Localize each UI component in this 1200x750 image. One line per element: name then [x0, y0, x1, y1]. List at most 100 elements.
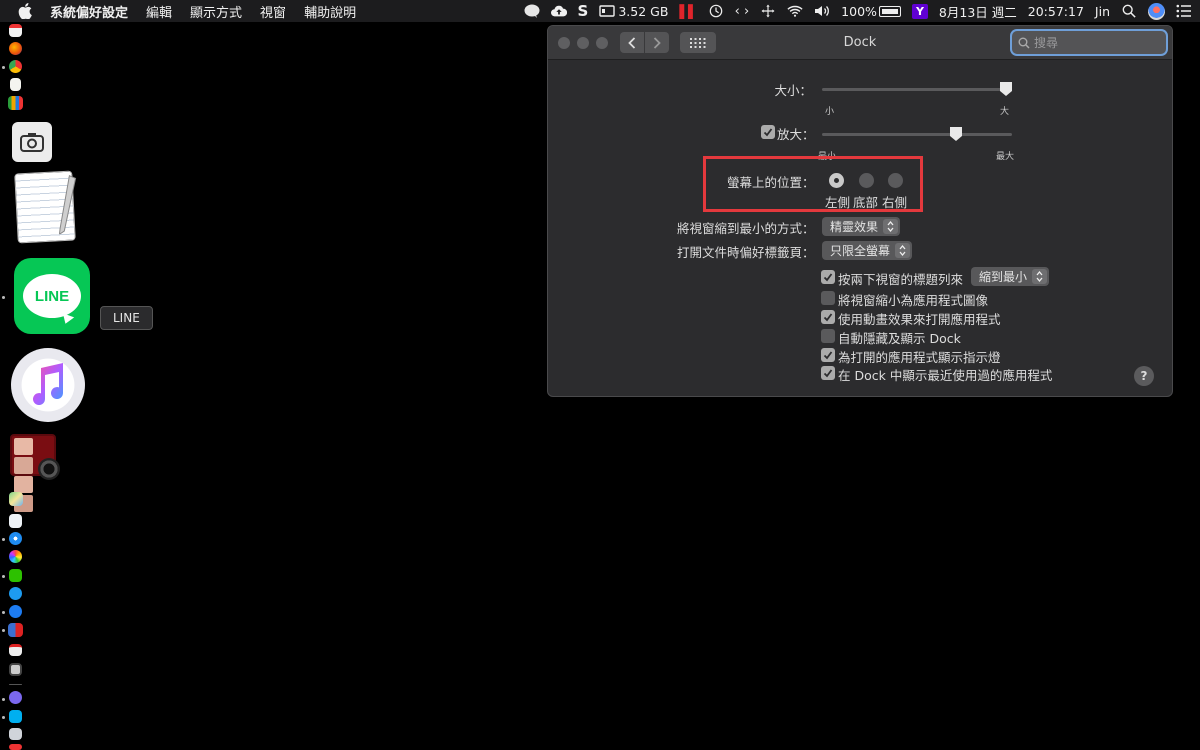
line-logo: LINE	[23, 274, 81, 318]
dock-safari-icon[interactable]	[9, 532, 22, 545]
magnification-label: 放大：	[777, 127, 815, 142]
grid-icon	[690, 37, 706, 48]
minimize-window-button[interactable]	[577, 37, 589, 49]
close-window-button[interactable]	[558, 37, 570, 49]
magnification-checkbox[interactable]	[761, 125, 775, 139]
cloud-upload-icon[interactable]	[550, 4, 567, 18]
animate-opening-label: 使用動畫效果來打開應用程式	[838, 312, 1001, 327]
battery-indicator[interactable]: 100%	[841, 4, 901, 19]
cpu-bars-icon[interactable]: ▌▌	[679, 4, 697, 19]
user-name[interactable]: Jin	[1095, 4, 1110, 19]
size-slider-thumb[interactable]	[999, 81, 1013, 97]
dock-itunes-icon[interactable]	[11, 348, 85, 422]
show-indicators-checkbox[interactable]	[821, 348, 835, 362]
dock-twitter-icon[interactable]	[9, 587, 22, 600]
wifi-icon[interactable]	[787, 4, 803, 18]
dock-calendar-icon[interactable]	[9, 24, 22, 37]
dock-firefox-icon[interactable]	[9, 42, 22, 55]
search-input[interactable]	[1034, 35, 1154, 50]
double-click-checkbox[interactable]	[821, 270, 835, 284]
preferences-content: 大小： 小 大 放大： 最小 最大 螢幕上的位置： 左側 底部 右側 將視窗縮到…	[548, 61, 1172, 396]
minimize-effect-popup[interactable]: 精靈效果	[822, 217, 901, 236]
magnification-slider[interactable]	[822, 133, 1012, 136]
window-titlebar[interactable]: Dock	[548, 26, 1172, 60]
scroll-s-icon[interactable]: S	[578, 2, 589, 20]
battery-percent: 100%	[841, 3, 877, 19]
autohide-dock-checkbox[interactable]	[821, 329, 835, 343]
dock-maps-icon[interactable]	[9, 492, 23, 506]
clock-time[interactable]: 20:57:17	[1028, 4, 1084, 19]
prefer-tabs-popup[interactable]: 只限全螢幕	[822, 241, 913, 260]
dock-app-icon[interactable]	[9, 663, 22, 676]
checkmark-icon	[823, 313, 833, 322]
battery-icon	[878, 5, 901, 17]
dock: LINE LINE	[0, 22, 153, 750]
dock-preview-icon[interactable]	[9, 514, 22, 528]
memory-indicator[interactable]: 3.52 GB	[599, 4, 668, 19]
show-recent-apps-label: 在 Dock 中顯示最近使用過的應用程式	[838, 368, 1053, 383]
dock-app-icon[interactable]	[8, 623, 23, 637]
help-button[interactable]: ?	[1134, 366, 1154, 386]
time-machine-icon[interactable]	[708, 4, 724, 18]
menu-window[interactable]: 視窗	[260, 2, 286, 21]
menu-view[interactable]: 顯示方式	[190, 2, 242, 21]
forward-button[interactable]	[645, 32, 669, 53]
magnification-slider-thumb[interactable]	[949, 126, 963, 142]
siri-icon[interactable]	[1148, 2, 1165, 20]
minimize-effect-label: 將視窗縮到最小的方式：	[677, 221, 815, 236]
animate-opening-checkbox[interactable]	[821, 310, 835, 324]
checkmark-icon	[823, 273, 833, 282]
dock-app-icon[interactable]	[9, 728, 22, 740]
line-status-icon[interactable]	[524, 4, 540, 18]
show-indicators-label: 為打開的應用程式顯示指示燈	[838, 350, 1001, 365]
dock-line-icon[interactable]: LINE	[14, 258, 90, 334]
volume-icon[interactable]	[814, 4, 830, 18]
dock-app-icon[interactable]	[9, 744, 22, 750]
size-slider[interactable]	[822, 88, 1012, 91]
code-arrows-icon[interactable]: ‹ ›	[735, 4, 750, 19]
status-area: S 3.52 GB ▌▌ ‹ › 100% Y 8月13日 週二 20:57:1…	[513, 0, 1192, 22]
dock-app-icon[interactable]	[9, 644, 22, 656]
dock-running-indicator	[2, 629, 5, 632]
dock-photos-icon[interactable]	[9, 550, 22, 563]
magnification-max-label: 最大	[996, 152, 1015, 162]
show-recent-apps-checkbox[interactable]	[821, 366, 835, 380]
search-field[interactable]	[1012, 31, 1166, 54]
dock-textedit-icon[interactable]	[14, 170, 77, 244]
move-icon[interactable]	[760, 4, 776, 18]
dock-running-indicator	[2, 296, 5, 299]
dock-messenger-icon[interactable]	[9, 691, 22, 704]
menu-edit[interactable]: 編輯	[146, 2, 172, 21]
yahoo-icon[interactable]: Y	[911, 3, 928, 19]
updown-arrows-icon	[895, 243, 911, 258]
dock-wechat-icon[interactable]	[9, 569, 22, 582]
menu-help[interactable]: 輔助說明	[304, 2, 356, 21]
dock-skype-icon[interactable]	[9, 710, 22, 723]
dock-running-indicator	[2, 66, 5, 69]
dock-screenshot-icon[interactable]	[12, 122, 52, 162]
dock-chrome-icon[interactable]	[9, 60, 22, 73]
updown-arrows-icon	[883, 219, 899, 234]
memory-value: 3.52 GB	[618, 3, 669, 19]
dock-numbers-icon[interactable]	[8, 96, 23, 110]
menu-bar: 系統偏好設定 編輯 顯示方式 視窗 輔助說明 S 3.52 GB ▌▌ ‹ ›	[0, 0, 1200, 22]
spotlight-icon[interactable]	[1121, 4, 1137, 18]
menu-app-name[interactable]: 系統偏好設定	[50, 2, 128, 21]
clock-date[interactable]: 8月13日 週二	[939, 2, 1017, 21]
prefer-tabs-label: 打開文件時偏好標籤頁：	[677, 245, 815, 260]
back-button[interactable]	[620, 32, 644, 53]
dock-tooltip: LINE	[100, 306, 153, 330]
dock-running-indicator	[2, 538, 5, 541]
notification-center-icon[interactable]	[1176, 4, 1192, 18]
checkmark-icon	[763, 128, 773, 137]
prefer-tabs-value: 只限全螢幕	[830, 244, 891, 258]
dock-notes-icon[interactable]	[10, 78, 21, 91]
annotation-highlight-box	[703, 156, 923, 212]
minimize-into-app-checkbox[interactable]	[821, 291, 835, 305]
zoom-window-button[interactable]	[596, 37, 608, 49]
double-click-action-popup[interactable]: 縮到最小	[971, 267, 1050, 286]
show-all-button[interactable]	[680, 32, 716, 53]
dock-appstore-icon[interactable]	[9, 605, 22, 618]
size-max-label: 大	[1000, 107, 1010, 117]
apple-menu-icon[interactable]	[18, 3, 36, 19]
